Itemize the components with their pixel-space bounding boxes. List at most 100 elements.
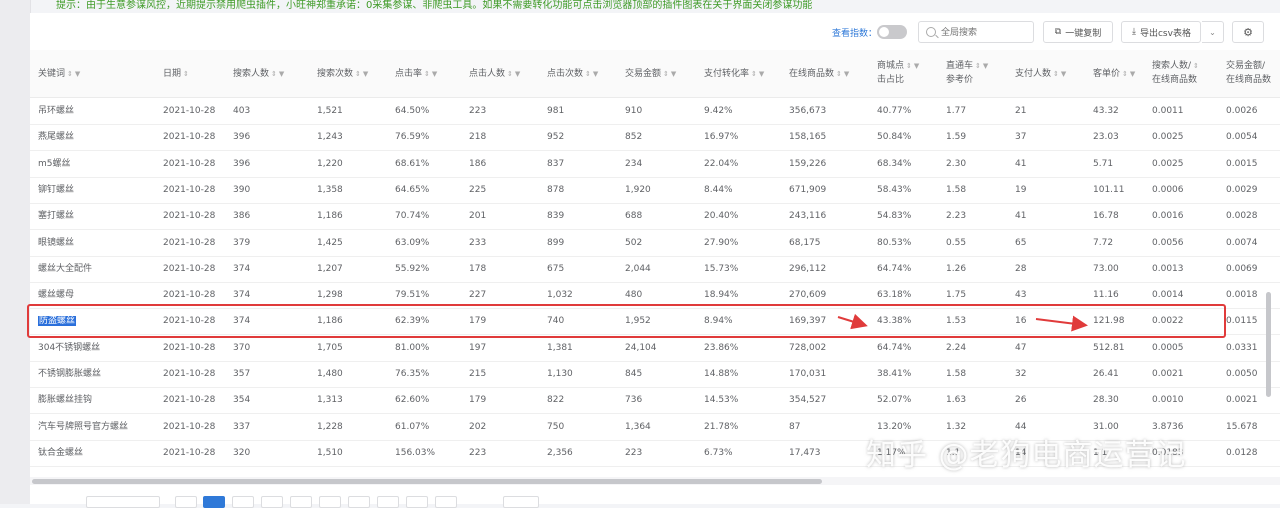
- sort-icon[interactable]: ⇕: [67, 70, 73, 78]
- table-row[interactable]: 304不锈钢螺丝 2021-10-28 370 1,705 81.00% 197 1,381…: [30, 335, 1280, 362]
- table-row[interactable]: 铆钉螺丝 2021-10-28 390 1,358 64.65% 225 878 1,920 8…: [30, 177, 1280, 204]
- table-row[interactable]: 不锈钢膨胀螺丝 2021-10-28 357 1,480 76.35% 215 1,130 8…: [30, 361, 1280, 388]
- table-cell: 65: [1015, 237, 1027, 248]
- table-cell: 158,165: [789, 132, 827, 143]
- page-button[interactable]: [290, 496, 312, 508]
- column-header[interactable]: 关键词 ⇕ ▼: [38, 67, 80, 81]
- index-toggle-switch[interactable]: [877, 25, 907, 39]
- table-cell: 675: [547, 263, 565, 274]
- page-jump-input[interactable]: [503, 496, 539, 508]
- filter-icon[interactable]: ▼: [914, 62, 919, 70]
- sort-icon[interactable]: ⇕: [271, 70, 277, 78]
- sort-icon[interactable]: ⇕: [1193, 62, 1199, 70]
- filter-icon[interactable]: ▼: [75, 70, 80, 78]
- column-header-label: 点击率: [395, 69, 423, 79]
- table-cell: 234: [625, 158, 643, 169]
- column-header[interactable]: 商城点 ⇕ ▼ 击占比: [877, 59, 919, 87]
- table-cell: 320: [233, 447, 251, 458]
- column-header[interactable]: 日期 ⇕: [163, 67, 189, 81]
- table-cell: 1,186: [317, 316, 343, 327]
- table-cell: 68,175: [789, 237, 821, 248]
- search-input[interactable]: [939, 25, 1033, 41]
- page-button[interactable]: [261, 496, 283, 508]
- column-header-label: 点击人数: [469, 69, 506, 79]
- column-header[interactable]: 支付人数 ⇕ ▼: [1015, 67, 1066, 81]
- table-cell: 197: [469, 342, 487, 353]
- column-header[interactable]: 点击人数 ⇕ ▼: [469, 67, 520, 81]
- sort-icon[interactable]: ⇕: [906, 62, 912, 70]
- page-button[interactable]: [406, 496, 428, 508]
- column-header-label: 交易金额/: [1226, 61, 1266, 71]
- sort-icon[interactable]: ⇕: [975, 62, 981, 70]
- horizontal-scrollbar[interactable]: [32, 479, 822, 484]
- column-header[interactable]: 搜索次数 ⇕ ▼: [317, 67, 368, 81]
- filter-icon[interactable]: ▼: [432, 70, 437, 78]
- page-size-select[interactable]: [86, 496, 160, 508]
- page-button[interactable]: [377, 496, 399, 508]
- sort-icon[interactable]: ⇕: [751, 70, 757, 78]
- column-header[interactable]: 交易金额/在线商品数: [1226, 59, 1271, 87]
- settings-button[interactable]: ⚙: [1232, 21, 1264, 43]
- keyword-cell: 防盗螺丝: [38, 316, 77, 327]
- table-row[interactable]: 防盗螺丝 2021-10-28 374 1,186 62.39% 179 740 1,952 8…: [30, 308, 1280, 336]
- table-row[interactable]: 塞打螺丝 2021-10-28 386 1,186 70.74% 201 839 688 20.…: [30, 203, 1280, 231]
- filter-icon[interactable]: ▼: [671, 70, 676, 78]
- sort-icon[interactable]: ⇕: [585, 70, 591, 78]
- page-current[interactable]: [203, 496, 225, 508]
- filter-icon[interactable]: ▼: [363, 70, 368, 78]
- filter-icon[interactable]: ▼: [844, 70, 849, 78]
- page-button[interactable]: [232, 496, 254, 508]
- table-row[interactable]: 螺丝螺母 2021-10-28 374 1,298 79.51% 227 1,032 480 1…: [30, 282, 1280, 310]
- export-csv-button[interactable]: ⤓ 导出csv表格: [1121, 21, 1201, 43]
- table-cell: 79.51%: [395, 290, 430, 301]
- page-button[interactable]: [319, 496, 341, 508]
- column-header[interactable]: 点击次数 ⇕ ▼: [547, 67, 598, 81]
- page-button[interactable]: [348, 496, 370, 508]
- copy-all-button[interactable]: ⧉ 一键复制: [1043, 21, 1113, 43]
- sort-icon[interactable]: ⇕: [424, 70, 430, 78]
- table-cell: 6.73%: [704, 447, 733, 458]
- filter-icon[interactable]: ▼: [279, 70, 284, 78]
- sort-icon[interactable]: ⇕: [1053, 70, 1059, 78]
- column-header[interactable]: 搜索人数 ⇕ ▼: [233, 67, 284, 81]
- table-cell: 2021-10-28: [163, 106, 216, 116]
- table-cell: 201: [469, 211, 487, 222]
- page-prev-button[interactable]: [175, 496, 197, 508]
- table-row[interactable]: m5螺丝 2021-10-28 396 1,220 68.61% 186 837 234 22.…: [30, 151, 1280, 178]
- column-header[interactable]: 在线商品数 ⇕ ▼: [789, 67, 849, 81]
- sort-icon[interactable]: ⇕: [836, 70, 842, 78]
- column-header[interactable]: 支付转化率 ⇕ ▼: [704, 67, 764, 81]
- filter-icon[interactable]: ▼: [1061, 70, 1066, 78]
- notice-banner: 提示：由于生意参谋风控，近期提示禁用爬虫插件，小旺神郑重承诺：0采集参谋、非爬虫…: [56, 0, 813, 11]
- table-row[interactable]: 燕尾螺丝 2021-10-28 396 1,243 76.59% 218 952 852 16.…: [30, 124, 1280, 152]
- filter-icon[interactable]: ▼: [515, 70, 520, 78]
- table-row[interactable]: 眼镜螺丝 2021-10-28 379 1,425 63.09% 233 899 502 27.…: [30, 230, 1280, 257]
- filter-icon[interactable]: ▼: [1130, 70, 1135, 78]
- sort-icon[interactable]: ⇕: [183, 70, 189, 78]
- column-header[interactable]: 点击率 ⇕ ▼: [395, 67, 437, 81]
- filter-icon[interactable]: ▼: [983, 62, 988, 70]
- sort-icon[interactable]: ⇕: [663, 70, 669, 78]
- column-header[interactable]: 交易金额 ⇕ ▼: [625, 67, 676, 81]
- column-header[interactable]: 直通车 ⇕ ▼ 参考价: [946, 59, 988, 87]
- sort-icon[interactable]: ⇕: [1122, 70, 1128, 78]
- table-cell: 16.97%: [704, 132, 739, 143]
- table-cell: 2021-10-28: [163, 316, 216, 327]
- global-search[interactable]: [918, 21, 1034, 43]
- sort-icon[interactable]: ⇕: [507, 70, 513, 78]
- filter-icon[interactable]: ▼: [593, 70, 598, 78]
- filter-icon[interactable]: ▼: [759, 70, 764, 78]
- page-next-button[interactable]: [435, 496, 457, 508]
- export-dropdown[interactable]: ⌄: [1202, 21, 1224, 43]
- vertical-scrollbar[interactable]: [1266, 292, 1271, 397]
- table-row[interactable]: 吊环螺丝 2021-10-28 403 1,521 64.50% 223 981 910 9.4…: [30, 98, 1280, 125]
- watermark: 知乎 @老狗电商运营记: [866, 438, 1187, 473]
- table-cell: 1.58: [946, 369, 967, 379]
- table-row[interactable]: 膨胀螺丝挂钩 2021-10-28 354 1,313 62.60% 179 822 736 1…: [30, 387, 1280, 415]
- column-header[interactable]: 客单价 ⇕ ▼: [1093, 67, 1135, 81]
- sort-icon[interactable]: ⇕: [355, 70, 361, 78]
- table-cell: 37: [1015, 132, 1027, 143]
- column-header[interactable]: 搜索人数/⇕ 在线商品数: [1152, 59, 1199, 87]
- table-row[interactable]: 螺丝大全配件 2021-10-28 374 1,207 55.92% 178 675 2,04…: [30, 256, 1280, 283]
- table-cell: 68.34%: [877, 158, 912, 169]
